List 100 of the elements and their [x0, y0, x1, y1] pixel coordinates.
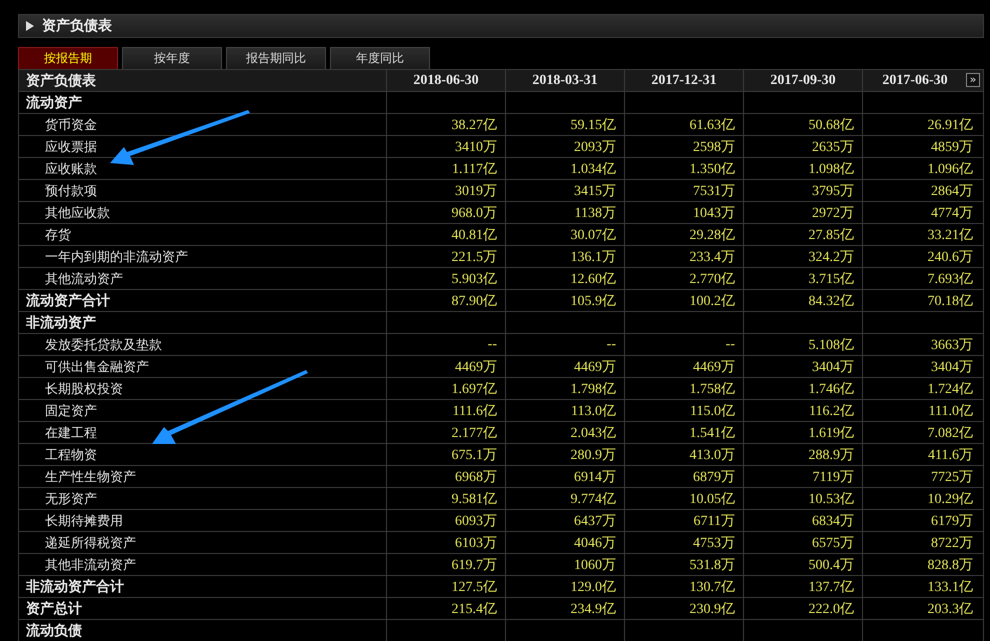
total-label: 资产总计 [18, 598, 386, 619]
table-cell-text: 3404万 [812, 358, 854, 376]
row-label: 一年内到期的非流动资产 [18, 246, 386, 267]
table-cell-text: 40.81亿 [452, 226, 497, 244]
table-cell-text: 6879万 [693, 468, 735, 486]
table-cell-text: 2.043亿 [570, 424, 616, 442]
table-cell: -- [726, 336, 735, 352]
table-cell-text: 7725万 [931, 468, 973, 486]
table-cell-text: 8722万 [931, 534, 973, 552]
table-cell-text: 2.770亿 [690, 270, 735, 288]
table-cell-text: 2972万 [812, 204, 854, 222]
table-cell-text: 113.0亿 [571, 402, 616, 420]
table-cell-text: 9.774亿 [570, 490, 616, 508]
table-cell-text: 26.91亿 [928, 116, 973, 134]
table-cell-text: 1.798亿 [570, 380, 616, 398]
table-cell-text: 4753万 [693, 534, 735, 552]
scroll-right-button[interactable]: » [966, 73, 980, 87]
row-label: 其他非流动资产 [18, 554, 386, 575]
table-cell-text: 27.85亿 [808, 226, 854, 244]
table-cell-text: 12.60亿 [570, 270, 616, 288]
table-cell-text: 619.7万 [452, 556, 497, 574]
table-cell-text: 3663万 [931, 336, 973, 354]
table-cell-text: 6711万 [694, 512, 735, 530]
table-cell-text: 234.9亿 [570, 600, 616, 618]
section-label: 流动负债 [18, 620, 386, 641]
table-cell-text: 5.108亿 [808, 336, 854, 354]
table-cell-text: 127.5亿 [452, 578, 497, 596]
table-cell-text: 675.1万 [452, 446, 497, 464]
table-cell-text: 6103万 [455, 534, 497, 552]
row-label: 其他流动资产 [18, 268, 386, 289]
table-cell-text: 129.0亿 [570, 578, 616, 596]
table-cell-text: 221.5万 [452, 248, 497, 266]
table-cell-text: 222.0亿 [808, 600, 854, 618]
column-header: 资产负债表 [18, 70, 386, 91]
table-cell-text: 6575万 [812, 534, 854, 552]
table-cell-text: 280.9万 [570, 446, 616, 464]
table-cell-text: 531.8万 [690, 556, 735, 574]
table-cell-text: 1.098亿 [808, 160, 854, 178]
row-label: 发放委托贷款及垫款 [18, 334, 386, 355]
panel-title: 资产负债表 [42, 17, 112, 35]
table-cell-text: 1.096亿 [928, 160, 973, 178]
total-label: 流动资产合计 [18, 290, 386, 311]
tab[interactable]: 按年度 [122, 47, 222, 69]
triangle-icon [26, 21, 34, 31]
table-cell-text: 4774万 [931, 204, 973, 222]
table-cell-text: 1060万 [574, 556, 616, 574]
table-cell-text: 70.18亿 [928, 292, 973, 310]
table-cell-text: 1.350亿 [690, 160, 735, 178]
table-cell-text: 5.903亿 [452, 270, 497, 288]
table-cell-text: 3404万 [931, 358, 973, 376]
column-header: 2017-06-30 [882, 72, 948, 88]
tab[interactable]: 按报告期 [18, 47, 118, 69]
table-cell-text: 61.63亿 [690, 116, 735, 134]
table-cell-text: 288.9万 [808, 446, 854, 464]
tab[interactable]: 报告期同比 [226, 47, 326, 69]
table-cell-text: 1.746亿 [808, 380, 854, 398]
table-cell-text: 500.4万 [808, 556, 854, 574]
table-cell-text: 10.05亿 [690, 490, 735, 508]
column-header: 2018-06-30 [413, 72, 479, 88]
table-cell-text: 111.6亿 [452, 402, 497, 420]
column-header: 2017-12-31 [651, 72, 717, 88]
table-cell-text: 105.9亿 [570, 292, 616, 310]
table-cell-text: 7.693亿 [928, 270, 973, 288]
table-cell-text: 968.0万 [452, 204, 497, 222]
table-cell-text: 1.758亿 [690, 380, 735, 398]
table-cell-text: 3019万 [455, 182, 497, 200]
table-cell-text: 38.27亿 [452, 116, 497, 134]
section-label: 非流动资产 [18, 312, 386, 333]
row-label: 长期待摊费用 [18, 510, 386, 531]
table-cell-text: 111.0亿 [928, 402, 973, 420]
row-label: 无形资产 [18, 488, 386, 509]
table-cell: -- [488, 336, 497, 352]
column-header: 2017-09-30 [770, 72, 836, 88]
table-cell-text: 115.0亿 [690, 402, 735, 420]
table-cell-text: 2864万 [931, 182, 973, 200]
table-cell-text: 7531万 [693, 182, 735, 200]
table-cell-text: 1.541亿 [690, 424, 735, 442]
row-label: 存货 [18, 224, 386, 245]
table-cell-text: 1.034亿 [570, 160, 616, 178]
table-cell-text: 6914万 [574, 468, 616, 486]
table-cell-text: 6093万 [455, 512, 497, 530]
tab[interactable]: 年度同比 [330, 47, 430, 69]
table-cell-text: 7119万 [812, 468, 854, 486]
table-cell-text: 1.619亿 [808, 424, 854, 442]
table-cell-text: 7.082亿 [928, 424, 973, 442]
table-cell-text: 2.177亿 [452, 424, 497, 442]
table-cell-text: 230.9亿 [690, 600, 735, 618]
table-cell-text: 136.1万 [570, 248, 616, 266]
table-cell-text: 50.68亿 [808, 116, 854, 134]
table-cell-text: 4469万 [693, 358, 735, 376]
table-cell-text: 33.21亿 [928, 226, 973, 244]
row-label: 预付款项 [18, 180, 386, 201]
table-cell: -- [606, 336, 616, 352]
table-cell-text: 30.07亿 [570, 226, 616, 244]
table-cell-text: 3410万 [455, 138, 497, 156]
table-cell-text: 411.6万 [928, 446, 973, 464]
table-cell-text: 6834万 [812, 512, 854, 530]
table-cell-text: 100.2亿 [690, 292, 735, 310]
row-label: 生产性生物资产 [18, 466, 386, 487]
table-cell-text: 203.3亿 [928, 600, 973, 618]
